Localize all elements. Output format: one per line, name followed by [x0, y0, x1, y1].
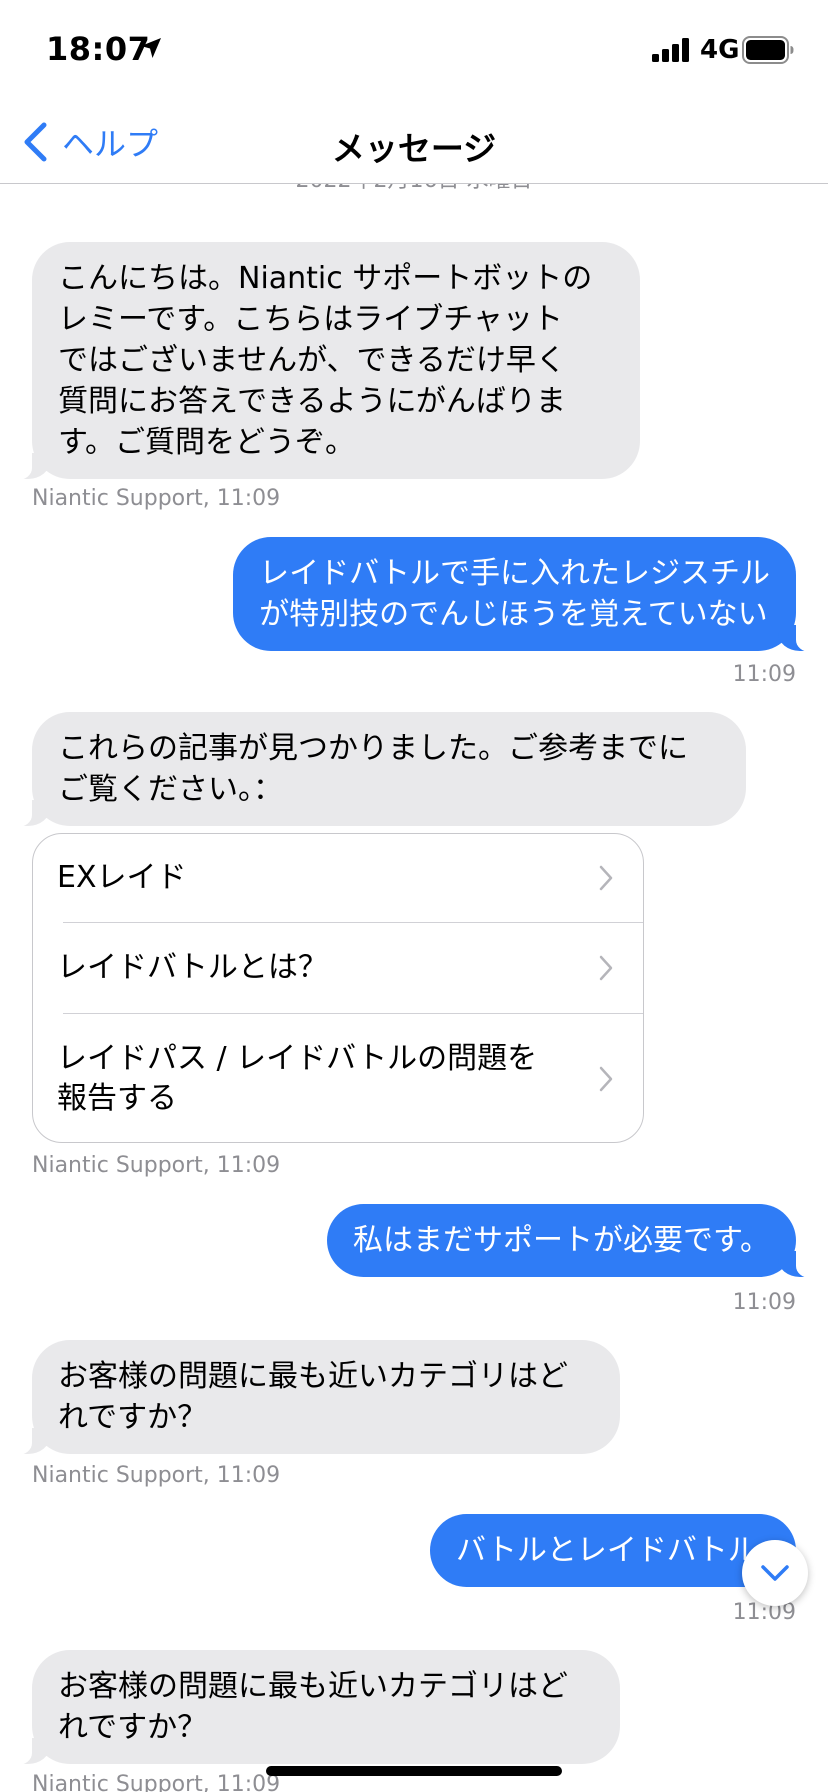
article-item-ex-raid[interactable]: EXレイド: [33, 834, 643, 922]
article-item-label: レイドパス / レイドバトルの問題を 報告する: [57, 1041, 538, 1116]
incoming-message-bubble: こんにちは。Niantic サポートボットの レミーです。こちらはライブチャット…: [6, 242, 640, 480]
incoming-message-bubble: これらの記事が見つかりました。ご参考までに ご覧ください。：: [6, 712, 746, 827]
status-time: 18:07: [46, 30, 151, 68]
status-bar: 18:07 4G: [0, 0, 828, 100]
message-text: これらの記事が見つかりました。ご参考までに ご覧ください。：: [58, 731, 688, 807]
location-arrow-icon: [141, 38, 161, 58]
chat-transcript[interactable]: 2022年2月16日 水曜日 こんにちは。Niantic サポートボットの レミ…: [0, 184, 828, 1792]
article-item-raid-battle[interactable]: レイドバトルとは？: [33, 923, 643, 1013]
chevron-right-icon: [599, 955, 613, 981]
chevron-right-icon: [599, 1066, 613, 1092]
message-text: 私はまだサポートが必要です。: [353, 1223, 770, 1258]
outgoing-message-bubble: レイドバトルで手に入れたレジスチル が特別技のでんじほうを覚えていない: [233, 537, 822, 652]
incoming-message-bubble: お客様の問題に最も近いカテゴリはど れですか？: [6, 1340, 620, 1455]
message-text: こんにちは。Niantic サポートボットの レミーです。こちらはライブチャット…: [58, 261, 593, 460]
article-item-report-raid-issue[interactable]: レイドパス / レイドバトルの問題を 報告する: [33, 1014, 643, 1142]
message-meta: 11:09: [732, 1290, 796, 1315]
message-meta: Niantic Support, 11:09: [32, 1463, 281, 1488]
page-title: メッセージ: [331, 129, 497, 168]
message-meta: Niantic Support, 11:09: [32, 486, 281, 511]
navigation-bar: ヘルプ メッセージ: [0, 100, 828, 184]
message-text: お客様の問題に最も近いカテゴリはど れですか？: [58, 1359, 568, 1435]
date-divider: 2022年2月16日 水曜日: [0, 184, 828, 194]
scroll-to-bottom-button[interactable]: [742, 1540, 808, 1606]
chevron-down-icon: [761, 1565, 789, 1581]
message-meta: Niantic Support, 11:09: [32, 1772, 281, 1792]
battery-icon: [742, 36, 794, 64]
message-text: レイドバトルで手に入れたレジスチル が特別技のでんじほうを覚えていない: [259, 556, 770, 632]
cellular-signal-icon: [652, 38, 689, 62]
network-type-label: 4G: [700, 35, 740, 65]
article-item-label: EXレイド: [57, 860, 187, 895]
message-meta: 11:09: [732, 662, 796, 687]
home-indicator[interactable]: [266, 1766, 562, 1776]
message-meta: Niantic Support, 11:09: [32, 1153, 281, 1178]
outgoing-message-bubble: バトルとレイドバトル: [430, 1514, 796, 1587]
chevron-right-icon: [599, 865, 613, 891]
incoming-message-bubble: お客様の問題に最も近いカテゴリはど れですか？: [6, 1650, 620, 1765]
message-text: お客様の問題に最も近いカテゴリはど れですか？: [58, 1669, 568, 1745]
article-suggestions-card: EXレイド レイドバトルとは？ レイドパス / レイドバトルの問題を 報告する: [32, 833, 644, 1143]
article-item-label: レイドバトルとは？: [57, 950, 328, 985]
outgoing-message-bubble: 私はまだサポートが必要です。: [327, 1204, 822, 1278]
message-text: バトルとレイドバトル: [456, 1533, 758, 1568]
